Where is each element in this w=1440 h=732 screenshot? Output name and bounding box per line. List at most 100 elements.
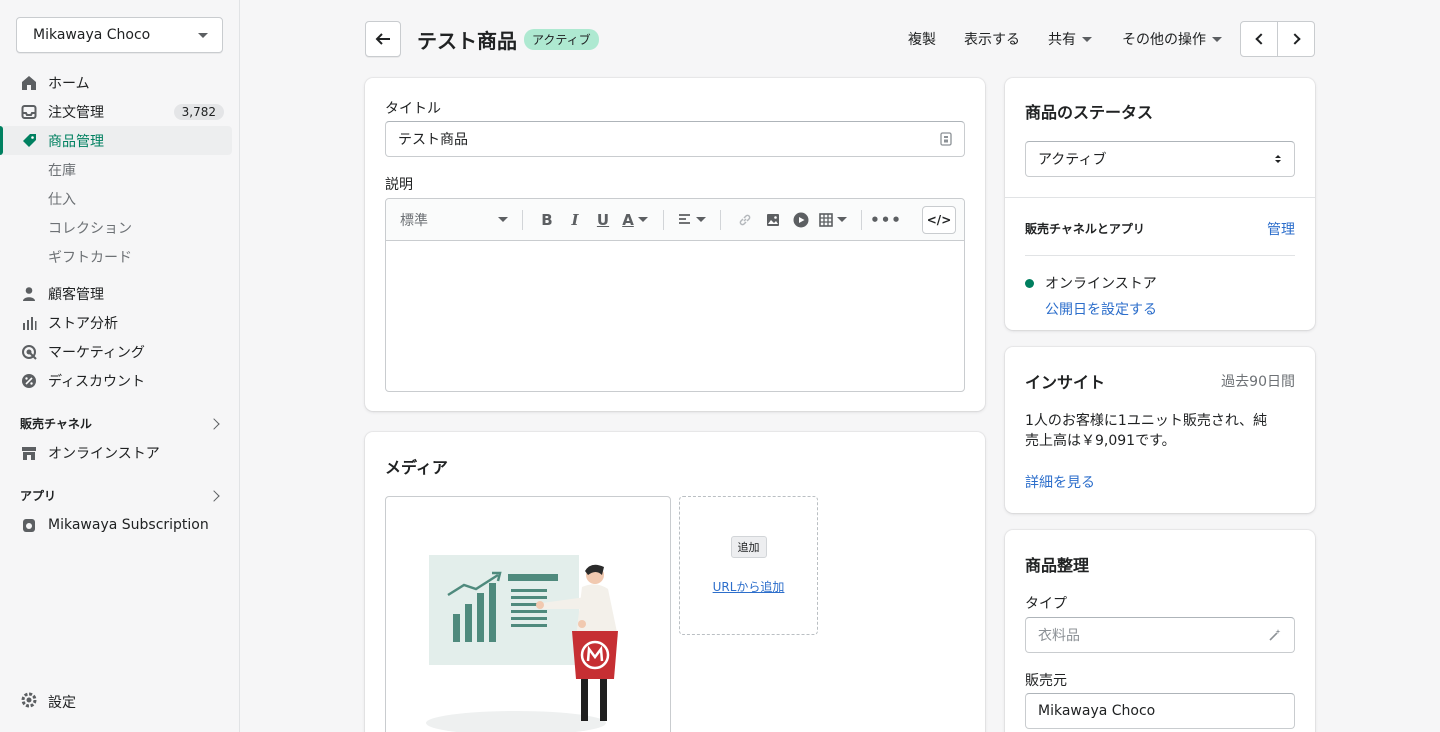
nav-sub-purchase[interactable]: 仕入 xyxy=(0,184,240,213)
organization-title: 商品整理 xyxy=(1025,556,1090,575)
apps-header[interactable]: アプリ xyxy=(0,481,240,510)
inbox-icon xyxy=(20,103,38,121)
channel-row: オンラインストア xyxy=(1025,273,1157,293)
back-button[interactable] xyxy=(365,21,401,57)
schedule-link[interactable]: 公開日を設定する xyxy=(1045,299,1157,319)
tag-icon xyxy=(20,132,38,150)
nav-item-home[interactable]: ホーム xyxy=(0,68,240,97)
chevron-left-icon xyxy=(1254,33,1267,45)
video-icon[interactable] xyxy=(789,208,813,232)
store-selector[interactable]: Mikawaya Choco xyxy=(16,17,223,53)
nav-item-online-store[interactable]: オンラインストア xyxy=(0,438,240,467)
chevron-down-icon xyxy=(1082,36,1092,42)
format-select[interactable]: 標準 xyxy=(400,210,512,230)
chevron-right-icon xyxy=(208,489,220,502)
share-button[interactable]: 共有 xyxy=(1048,28,1092,50)
main-nav: ホーム 注文管理 3,782 商品管理 在庫 仕入 コレクション ギフトカード … xyxy=(0,68,240,539)
media-dropzone[interactable]: 追加 URLから追加 xyxy=(679,496,818,635)
add-from-url-link[interactable]: URLから追加 xyxy=(713,578,785,595)
details-link[interactable]: 詳細を見る xyxy=(1025,472,1095,492)
next-product-button[interactable] xyxy=(1278,22,1314,56)
section-label: アプリ xyxy=(20,489,57,503)
home-icon xyxy=(20,74,38,92)
chevron-down-icon xyxy=(1212,36,1222,42)
nav-sub-collections[interactable]: コレクション xyxy=(0,213,240,242)
insights-title: インサイト xyxy=(1025,373,1106,392)
sales-channels-header[interactable]: 販売チャネル xyxy=(0,409,240,438)
vendor-value: Mikawaya Choco xyxy=(1038,703,1156,719)
text-color-icon[interactable]: A xyxy=(619,208,651,232)
status-title: 商品のステータス xyxy=(1025,103,1154,122)
nav-item-app-subscription[interactable]: Mikawaya Subscription xyxy=(0,510,240,539)
bold-icon[interactable]: B xyxy=(535,208,559,232)
divider xyxy=(1005,197,1315,198)
description-editor: 標準 B I U A ••• </> xyxy=(385,198,965,392)
code-view-icon[interactable]: </> xyxy=(922,206,956,234)
title-label: タイトル xyxy=(385,101,441,117)
editor-body[interactable] xyxy=(386,241,964,391)
nav-label: ストア分析 xyxy=(48,315,118,332)
image-icon[interactable] xyxy=(761,208,785,232)
pagination xyxy=(1240,21,1315,57)
vendor-label: 販売元 xyxy=(1025,673,1067,689)
nav-item-analytics[interactable]: ストア分析 xyxy=(0,308,240,337)
italic-icon[interactable]: I xyxy=(563,208,587,232)
gear-icon xyxy=(20,691,38,713)
previous-product-button[interactable] xyxy=(1241,22,1278,56)
status-badge: アクティブ xyxy=(524,29,599,50)
nav-item-orders[interactable]: 注文管理 3,782 xyxy=(0,97,240,126)
view-button[interactable]: 表示する xyxy=(964,28,1020,50)
select-arrows-icon xyxy=(1275,155,1281,163)
clipboard-icon xyxy=(940,132,952,146)
nav-sub-inventory[interactable]: 在庫 xyxy=(0,155,240,184)
insights-line: 売上高は￥9,091です。 xyxy=(1025,433,1176,449)
app-icon xyxy=(20,516,38,534)
nav-item-customers[interactable]: 顧客管理 xyxy=(0,279,240,308)
status-select[interactable]: アクティブ xyxy=(1025,141,1295,177)
nav-item-settings[interactable]: 設定 xyxy=(20,690,76,714)
bar-chart-icon xyxy=(20,314,38,332)
add-media-button[interactable]: 追加 xyxy=(730,536,767,558)
underline-icon[interactable]: U xyxy=(591,208,615,232)
action-label: 複製 xyxy=(908,32,936,48)
section-label: 販売チャネル xyxy=(20,417,92,431)
magic-wand-icon xyxy=(1269,629,1281,641)
divider xyxy=(1025,255,1295,256)
nav-label: 注文管理 xyxy=(48,104,104,121)
nav-label: Mikawaya Subscription xyxy=(48,516,209,533)
nav-label: 商品管理 xyxy=(48,133,104,150)
insights-text: 1人のお客様に1ユニット販売され、純 売上高は￥9,091です。 xyxy=(1025,411,1267,451)
nav-item-marketing[interactable]: マーケティング xyxy=(0,337,240,366)
nav-label: マーケティング xyxy=(48,344,145,361)
type-input[interactable]: 衣料品 xyxy=(1025,617,1295,653)
toolbar-divider xyxy=(720,209,721,230)
nav-item-products[interactable]: 商品管理 xyxy=(0,126,232,155)
more-actions-button[interactable]: その他の操作 xyxy=(1122,28,1222,50)
vendor-input[interactable]: Mikawaya Choco xyxy=(1025,693,1295,729)
media-image[interactable] xyxy=(385,496,671,732)
description-label: 説明 xyxy=(385,177,413,193)
sidebar: Mikawaya Choco ホーム 注文管理 3,782 商品管理 在庫 仕入… xyxy=(0,0,240,732)
product-details-card: タイトル テスト商品 説明 標準 B I U A ••• </> xyxy=(365,78,985,411)
action-label: その他の操作 xyxy=(1122,32,1206,48)
title-value: テスト商品 xyxy=(398,132,468,148)
status-select-value: アクティブ xyxy=(1038,152,1107,168)
action-label: 共有 xyxy=(1048,32,1076,48)
media-title: メディア xyxy=(385,458,448,477)
nav-sub-gift-cards[interactable]: ギフトカード xyxy=(0,242,240,271)
presentation-illustration xyxy=(426,555,618,732)
status-dot xyxy=(1025,278,1034,288)
nav-label: ディスカウント xyxy=(48,373,146,390)
title-input[interactable]: テスト商品 xyxy=(385,121,965,157)
nav-item-discounts[interactable]: ディスカウント xyxy=(0,366,240,395)
link-icon[interactable] xyxy=(733,208,757,232)
duplicate-button[interactable]: 複製 xyxy=(908,28,936,50)
nav-label: 顧客管理 xyxy=(48,286,104,303)
toolbar-divider xyxy=(663,209,664,230)
toolbar-divider xyxy=(861,209,862,230)
align-icon[interactable] xyxy=(676,208,708,232)
more-icon[interactable]: ••• xyxy=(870,208,901,232)
table-icon[interactable] xyxy=(817,208,849,232)
manage-link[interactable]: 管理 xyxy=(1267,219,1295,239)
channel-name: オンラインストア xyxy=(1045,276,1157,292)
